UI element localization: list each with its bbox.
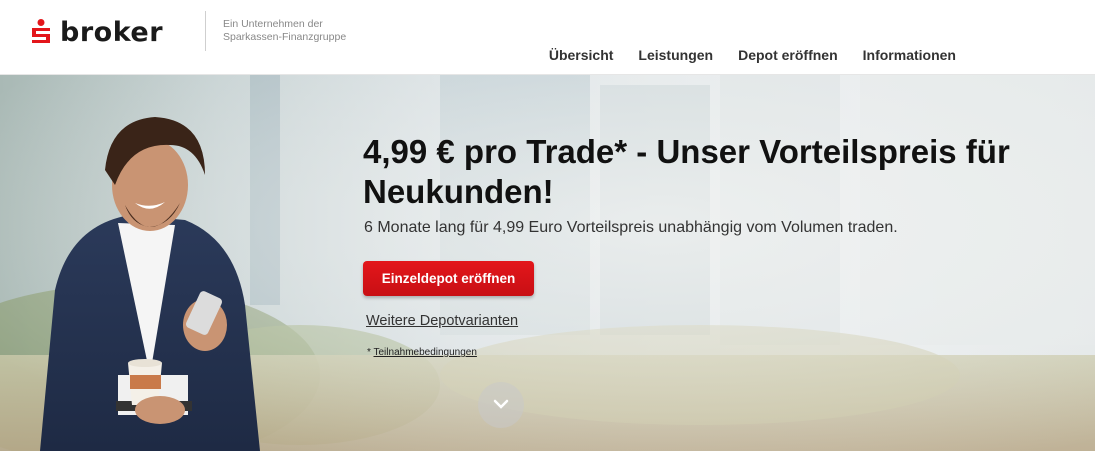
- hero-headline: 4,99 € pro Trade* - Unser Vorteilspreis …: [363, 132, 1083, 212]
- tagline-line-1: Ein Unternehmen der: [223, 18, 323, 30]
- headline-line-1: 4,99 € pro Trade* - Unser Vorteilspreis …: [363, 133, 1010, 170]
- open-depot-button[interactable]: Einzeldepot eröffnen: [363, 261, 534, 296]
- main-nav: Übersicht Leistungen Depot eröffnen Info…: [549, 47, 956, 63]
- tagline: Ein Unternehmen der Sparkassen-Finanzgru…: [223, 18, 346, 44]
- hero-subline: 6 Monate lang für 4,99 Euro Vorteilsprei…: [364, 219, 898, 236]
- headline-line-2: Neukunden!: [363, 173, 554, 210]
- logo-wordmark: broker: [60, 16, 164, 48]
- tagline-line-2: Sparkassen-Finanzgruppe: [223, 31, 347, 43]
- nav-item-leistungen[interactable]: Leistungen: [638, 47, 713, 63]
- nav-item-informationen[interactable]: Informationen: [863, 47, 956, 63]
- sparkasse-logo-icon: [30, 19, 52, 45]
- terms-link[interactable]: Teilnahmebedingungen: [374, 347, 477, 358]
- nav-item-depot-eroeffnen[interactable]: Depot eröffnen: [738, 47, 838, 63]
- terms-note: * Teilnahmebedingungen: [367, 347, 477, 358]
- chevron-down-icon: [493, 396, 509, 414]
- scroll-down-button[interactable]: [478, 382, 524, 428]
- nav-item-uebersicht[interactable]: Übersicht: [549, 47, 614, 63]
- hero-banner: 4,99 € pro Trade* - Unser Vorteilspreis …: [0, 75, 1095, 451]
- logo-divider: [205, 11, 206, 51]
- more-depot-variants-link[interactable]: Weitere Depotvarianten: [366, 313, 518, 329]
- broker-logo[interactable]: broker: [30, 16, 164, 48]
- site-header: broker Ein Unternehmen der Sparkassen-Fi…: [0, 0, 1095, 75]
